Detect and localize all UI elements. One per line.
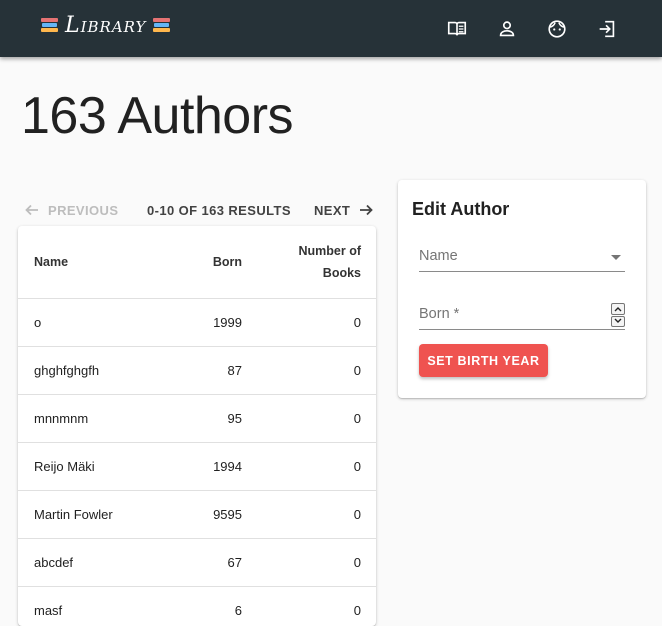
page-title: 163 Authors — [21, 87, 294, 145]
table-row[interactable]: o 1999 0 — [18, 298, 376, 347]
face-icon — [548, 20, 566, 38]
author-born: 6 — [168, 586, 242, 626]
column-header-books: Number of Books — [242, 226, 376, 299]
name-select[interactable]: Name — [419, 242, 625, 272]
authors-table-card: Name Born Number of Books o 1999 0 ghghfg… — [18, 226, 376, 626]
books-icon — [152, 17, 171, 35]
born-input-label: Born * — [419, 306, 460, 322]
books-nav-button[interactable] — [444, 17, 470, 41]
next-label: NEXT — [314, 202, 351, 218]
column-header-name: Name — [18, 226, 168, 299]
born-stepper — [611, 303, 625, 327]
table-header-row: Name Born Number of Books — [18, 226, 376, 299]
author-books: 0 — [242, 442, 376, 491]
author-name: Martin Fowler — [18, 490, 168, 539]
author-born: 67 — [168, 538, 242, 587]
author-books: 0 — [242, 490, 376, 539]
author-books: 0 — [242, 538, 376, 587]
born-input[interactable]: Born * — [419, 300, 625, 330]
author-books: 0 — [242, 394, 376, 443]
decrement-button[interactable] — [611, 315, 625, 327]
table-row[interactable]: abcdef 67 0 — [18, 538, 376, 587]
previous-label: PREVIOUS — [48, 202, 119, 218]
brand-title: Library — [65, 13, 147, 38]
edit-author-title: Edit Author — [412, 199, 510, 219]
author-born: 1999 — [168, 298, 242, 347]
column-header-born: Born — [168, 226, 242, 299]
arrow-left-icon — [25, 204, 38, 216]
table-row[interactable]: mnnmnm 95 0 — [18, 394, 376, 443]
book-open-icon — [447, 21, 467, 36]
login-icon — [599, 20, 615, 38]
person-icon — [499, 21, 515, 37]
chevron-up-icon — [614, 306, 622, 312]
table-row[interactable]: ghghfghgfh 87 0 — [18, 346, 376, 395]
arrow-right-icon — [360, 204, 374, 216]
author-books: 0 — [242, 346, 376, 395]
table-row[interactable]: masf 6 0 — [18, 586, 376, 626]
author-name: abcdef — [18, 538, 168, 587]
author-born: 87 — [168, 346, 242, 395]
author-born: 95 — [168, 394, 242, 443]
table-row[interactable]: Martin Fowler 9595 0 — [18, 490, 376, 539]
author-name: o — [18, 298, 168, 347]
profile-nav-button[interactable] — [544, 17, 570, 41]
authors-table: Name Born Number of Books o 1999 0 ghghfg… — [18, 226, 376, 626]
author-born: 9595 — [168, 490, 242, 539]
name-select-label: Name — [419, 248, 458, 264]
authors-nav-button[interactable] — [494, 17, 520, 41]
set-birth-year-button[interactable]: SET BIRTH YEAR — [419, 344, 548, 377]
table-row[interactable]: Reijo Mäki 1994 0 — [18, 442, 376, 491]
author-born: 1994 — [168, 442, 242, 491]
login-nav-button[interactable] — [594, 17, 620, 41]
brand[interactable]: Library — [40, 13, 171, 38]
author-name: Reijo Mäki — [18, 442, 168, 491]
previous-button[interactable]: PREVIOUS — [24, 202, 118, 218]
increment-button[interactable] — [611, 303, 625, 315]
nav-icons — [444, 17, 620, 41]
author-name: ghghfghgfh — [18, 346, 168, 395]
author-name: masf — [18, 586, 168, 626]
chevron-down-icon — [614, 318, 622, 324]
app-bar: Library — [0, 0, 662, 57]
pagination: PREVIOUS 0-10 OF 163 RESULTS NEXT — [18, 196, 376, 224]
author-name: mnnmnm — [18, 394, 168, 443]
next-button[interactable]: NEXT — [314, 202, 374, 218]
author-books: 0 — [242, 298, 376, 347]
chevron-down-icon — [611, 255, 621, 260]
results-info: 0-10 OF 163 RESULTS — [147, 202, 291, 218]
author-books: 0 — [242, 586, 376, 626]
books-icon — [40, 17, 59, 35]
column-header-books-line2: Books — [322, 265, 361, 280]
edit-author-card: Edit Author Name Born * SET BIRTH YEAR — [398, 180, 646, 398]
column-header-books-line1: Number of — [298, 243, 362, 258]
